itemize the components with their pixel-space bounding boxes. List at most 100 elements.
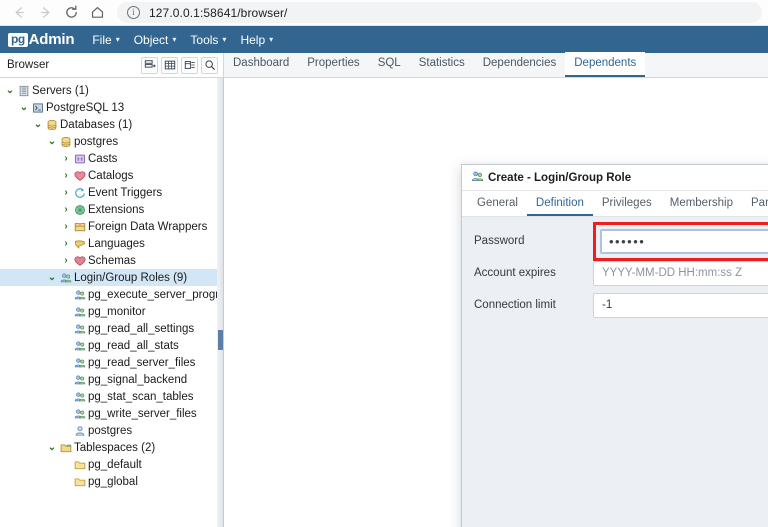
tree-node[interactable]: ›Extensions — [0, 201, 223, 218]
chevron-right-icon[interactable]: › — [60, 187, 72, 198]
chevron-right-icon[interactable]: › — [60, 238, 72, 249]
password-label: Password — [474, 235, 593, 247]
password-input[interactable]: •••••• — [601, 230, 768, 253]
tree-node[interactable]: pg_read_all_settings — [0, 320, 223, 337]
password-highlight-box: •••••• — [593, 222, 768, 261]
tree-node[interactable]: ⌄Login/Group Roles (9) — [0, 269, 223, 286]
dialog-tab-privileges[interactable]: Privileges — [593, 191, 661, 216]
chevron-down-icon: ▾ — [222, 35, 226, 44]
tree-scrollbar-thumb[interactable] — [218, 330, 223, 350]
forward-icon[interactable] — [32, 2, 58, 24]
chevron-down-icon[interactable]: ⌄ — [46, 442, 58, 453]
tree-node[interactable]: postgres — [0, 422, 223, 439]
menu-help[interactable]: Help ▾ — [240, 33, 273, 47]
dialog-body: Password •••••• — [462, 217, 768, 527]
group-role-icon — [72, 357, 87, 369]
info-circle-icon[interactable]: i — [127, 6, 140, 19]
back-icon[interactable] — [6, 2, 32, 24]
tree-node[interactable]: ›Schemas — [0, 252, 223, 269]
chevron-down-icon[interactable]: ⌄ — [32, 119, 44, 130]
password-input-wrapper[interactable]: •••••• — [600, 229, 768, 254]
tree-node[interactable]: ⌄PostgreSQL 13 — [0, 99, 223, 116]
tree-node[interactable]: ⌄Servers (1) — [0, 82, 223, 99]
chevron-down-icon[interactable]: ⌄ — [4, 85, 16, 96]
app-body: ⌄Servers (1)⌄PostgreSQL 13⌄Databases (1)… — [0, 78, 768, 527]
pgadmin-logo: pg Admin — [8, 31, 74, 48]
chevron-right-icon[interactable]: › — [60, 221, 72, 232]
tree-node[interactable]: pg_stat_scan_tables — [0, 388, 223, 405]
menu-file[interactable]: File ▾ — [92, 33, 119, 47]
tree-node[interactable]: ›Event Triggers — [0, 184, 223, 201]
tablespace-icon — [72, 476, 87, 488]
password-field-row: Password •••••• — [462, 228, 768, 254]
tree-node[interactable]: pg_write_server_files — [0, 405, 223, 422]
chevron-right-icon[interactable]: › — [60, 255, 72, 266]
home-icon[interactable] — [84, 2, 110, 24]
connection-limit-input[interactable]: -1 — [593, 293, 768, 318]
menu-object[interactable]: Object ▾ — [134, 33, 177, 47]
tree-node[interactable]: pg_read_server_files — [0, 354, 223, 371]
schemas-icon — [72, 255, 87, 267]
reload-icon[interactable] — [58, 2, 84, 24]
menu-tools[interactable]: Tools ▾ — [190, 33, 226, 47]
chevron-down-icon[interactable]: ⌄ — [18, 102, 30, 113]
tree-node[interactable]: ⌄Tablespaces (2) — [0, 439, 223, 456]
tree-node[interactable]: pg_read_all_stats — [0, 337, 223, 354]
chevron-right-icon[interactable]: › — [60, 170, 72, 181]
tab-statistics[interactable]: Statistics — [410, 52, 474, 77]
menu-file-label: File — [92, 33, 111, 47]
event-triggers-icon — [72, 187, 87, 199]
grid-icon[interactable] — [161, 57, 178, 74]
dialog-tab-general[interactable]: General — [468, 191, 527, 216]
tab-sql[interactable]: SQL — [369, 52, 410, 77]
tree-node-label: Catalogs — [88, 170, 133, 182]
tree-node-label: pg_stat_scan_tables — [88, 391, 194, 403]
chevron-right-icon[interactable]: › — [60, 204, 72, 215]
tree-node[interactable]: › Catalogs — [0, 167, 223, 184]
tab-dashboard[interactable]: Dashboard — [224, 52, 298, 77]
object-browser-tree[interactable]: ⌄Servers (1)⌄PostgreSQL 13⌄Databases (1)… — [0, 78, 224, 527]
tab-dependencies[interactable]: Dependencies — [474, 52, 566, 77]
tree-node-label: pg_default — [88, 459, 142, 471]
tree-node[interactable]: ›Languages — [0, 235, 223, 252]
chevron-right-icon[interactable]: › — [60, 153, 72, 164]
tree-node[interactable]: ⌄Databases (1) — [0, 116, 223, 133]
group-role-icon — [72, 374, 87, 386]
filter-icon[interactable] — [181, 57, 198, 74]
url-text: 127.0.0.1:58641/browser/ — [149, 6, 288, 20]
tree-node[interactable]: ⌄ postgres — [0, 133, 223, 150]
create-role-dialog: Create - Login/Group Role ✖ GeneralDefin… — [461, 164, 768, 527]
databases-icon — [44, 119, 59, 131]
tree-node[interactable]: ›Foreign Data Wrappers — [0, 218, 223, 235]
foreign-data-wrappers-icon — [72, 221, 87, 233]
casts-icon — [72, 153, 87, 165]
group-role-icon — [72, 408, 87, 420]
dialog-tab-membership[interactable]: Membership — [661, 191, 742, 216]
account-expires-input[interactable]: YYYY-MM-DD HH:mm:ss Z — [593, 261, 768, 286]
address-bar[interactable]: i 127.0.0.1:58641/browser/ — [117, 2, 762, 23]
login-role-icon — [72, 425, 87, 437]
chevron-down-icon[interactable]: ⌄ — [46, 272, 58, 283]
dialog-tab-parameters[interactable]: Parameters — [742, 191, 768, 216]
dialog-tab-definition[interactable]: Definition — [527, 191, 593, 216]
tree-node[interactable]: pg_execute_server_program — [0, 286, 223, 303]
tree-node[interactable]: ›Casts — [0, 150, 223, 167]
tree-node-label: pg_write_server_files — [88, 408, 197, 420]
tab-properties[interactable]: Properties — [298, 52, 368, 77]
menu-tools-label: Tools — [190, 33, 218, 47]
group-role-icon — [72, 306, 87, 318]
tree-node[interactable]: pg_monitor — [0, 303, 223, 320]
add-server-icon[interactable] — [141, 57, 158, 74]
menu-object-label: Object — [134, 33, 169, 47]
tree-node[interactable]: pg_global — [0, 473, 223, 490]
servers-icon — [16, 85, 31, 97]
tab-dependents[interactable]: Dependents — [565, 52, 645, 77]
database-icon — [58, 136, 73, 148]
account-expires-control: YYYY-MM-DD HH:mm:ss Z — [593, 261, 768, 286]
tree-panel-divider[interactable] — [217, 78, 223, 527]
chevron-down-icon[interactable]: ⌄ — [46, 136, 58, 147]
tree-node[interactable]: pg_signal_backend — [0, 371, 223, 388]
tree-node[interactable]: pg_default — [0, 456, 223, 473]
tree-node-label: postgres — [74, 136, 118, 148]
search-icon[interactable] — [201, 57, 218, 74]
